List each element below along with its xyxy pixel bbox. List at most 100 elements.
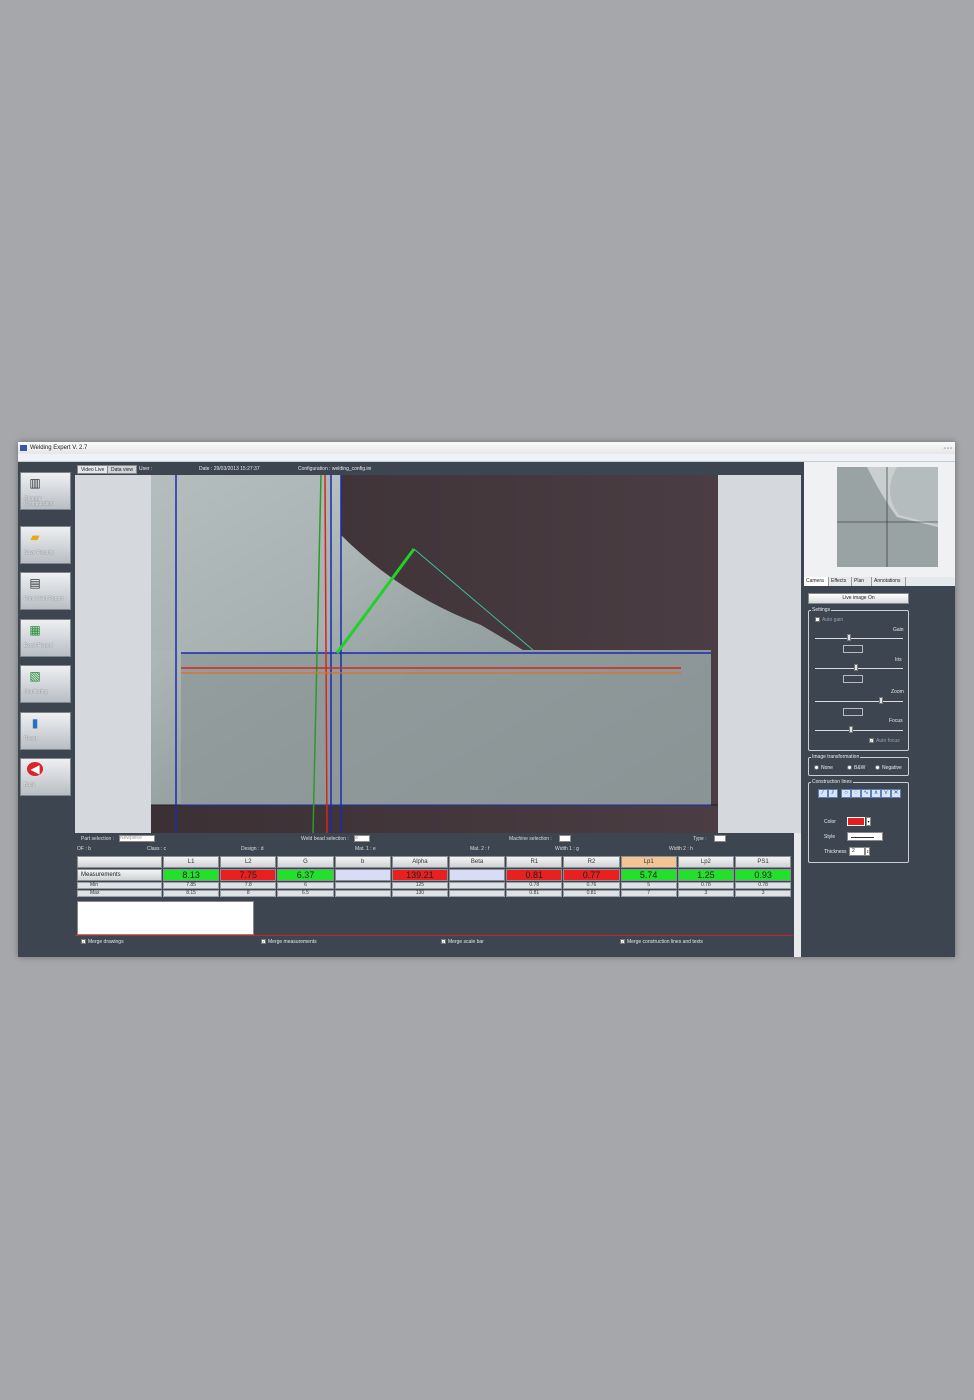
design-info: Design : d [241,846,264,852]
image-transformation-group: Image transformation None B&W Negative [808,754,909,776]
iris-value-box [843,675,863,683]
thickness-input[interactable]: 2 [849,847,865,856]
tab-plan[interactable]: Plan [852,577,872,586]
measurement-cell-l2: 7.75 [220,869,277,881]
column-header-r1[interactable]: R1 [506,856,563,868]
color-swatch[interactable] [847,817,865,826]
mat2-info: Mat. 2 : f [470,846,490,852]
line-tool-icon[interactable]: ⁄ [818,789,828,798]
min-cell-r2: 0.76 [563,882,620,889]
measurement-cell-r1: 0.81 [506,869,563,881]
measurement-cell-ps1: 0.93 [735,869,792,881]
merge-measurements-checkbox[interactable]: ✓ Merge measurements [261,939,317,945]
column-header-b[interactable]: b [334,856,391,868]
main-area: Video Live Data view User : Date : 29/03… [75,462,803,957]
min-cell-lp2: 0.78 [677,882,734,889]
min-cell-ps1: 0.78 [735,882,792,889]
auto-focus-checkbox[interactable]: ✓ Auto focus [869,738,900,744]
polyline-tool-icon[interactable]: ∧ [871,789,881,798]
panel-scrollbar[interactable] [794,833,801,957]
machine-selection-dropdown[interactable] [559,835,571,842]
column-header-l2[interactable]: L2 [220,856,277,868]
zigzag-tool-icon[interactable]: ∿ [861,789,871,798]
line-style-dropdown[interactable] [847,832,883,841]
excel-report-button[interactable]: ▦ Excel Report [20,619,71,657]
part-selection-dropdown[interactable]: Newpiece [119,835,155,842]
printer-icon: ▤ [29,576,41,590]
max-row-label: Max [77,890,162,897]
iris-slider-handle[interactable] [854,664,858,671]
gain-slider[interactable] [815,638,903,639]
circle-tool-icon[interactable]: ○ [841,789,851,798]
table-corner-cell [77,856,162,868]
min-cell-l1: 7.85 [163,882,220,889]
measurement-cell-b [334,869,391,881]
tab-annotations[interactable]: Annotations [872,577,906,586]
cross-tool-icon[interactable]: ✕ [891,789,901,798]
zoom-label: Zoom [891,689,904,695]
measurements-row-label: Measurements [77,869,162,881]
arc-tool-icon[interactable]: ◌ [851,789,861,798]
column-header-ps1[interactable]: PS1 [735,856,792,868]
thickness-stepper[interactable]: ⇕ [865,847,870,856]
gain-slider-handle[interactable] [847,634,851,641]
weld-bead-selection-dropdown[interactable]: a [354,835,370,842]
zoom-slider-handle[interactable] [879,697,883,704]
type-dropdown[interactable] [714,835,726,842]
sidebar: ▥ Change Configuration ▰ Save Results ▤ … [18,462,74,957]
transform-bw-radio[interactable]: B&W [847,765,865,771]
weld-image[interactable] [151,475,718,833]
title-bar: Welding Expert V. 2.7 ▫▫▫ [18,442,955,454]
color-dropdown-arrow[interactable]: ▾ [866,817,871,826]
merge-construction-lines-checkbox[interactable]: ✓ Merge construction lines and texts [620,939,703,945]
monitoring-button[interactable]: ▧ Monitoring [20,665,71,703]
config-icon: ▥ [29,476,41,490]
tab-video-live[interactable]: Video Live [77,465,109,474]
reset-button[interactable]: ▮ Reset [20,712,71,750]
tab-data-view[interactable]: Data view [107,465,137,474]
max-cell-l1: 8.15 [163,890,220,897]
live-image-button[interactable]: Live image On [808,593,909,604]
merge-drawings-checkbox[interactable]: ✓ Merge drawings [81,939,124,945]
transform-none-radio[interactable]: None [814,765,833,771]
angle-tool-icon[interactable]: ⋎ [881,789,891,798]
monitoring-icon: ▧ [29,669,41,683]
column-header-alpha[interactable]: Alpha [391,856,448,868]
change-configuration-button[interactable]: ▥ Change Configuration [20,472,71,510]
tab-effects[interactable]: Effects [829,577,852,586]
type-label: Type : [693,836,707,842]
construction-lines-title: Construction lines [811,779,853,785]
preview-thumbnail [837,467,938,567]
parallel-line-tool-icon[interactable]: ⫽ [828,789,838,798]
max-cell-lp1: 7 [620,890,677,897]
iris-label: Iris [895,657,902,663]
column-header-l1[interactable]: L1 [163,856,220,868]
app-logo-icon [20,445,27,451]
column-header-r2[interactable]: R2 [563,856,620,868]
measurement-panel: Part selection : Newpiece Weld bead sele… [75,833,801,957]
notes-textarea[interactable] [77,901,254,935]
zoom-slider[interactable] [815,701,903,702]
focus-slider-handle[interactable] [849,726,853,733]
horizontal-plate [181,653,711,805]
image-preview[interactable] [804,462,955,577]
merge-scale-bar-checkbox[interactable]: ✓ Merge scale bar [441,939,484,945]
back-button[interactable]: ◀ Back [20,758,71,796]
excel-icon: ▦ [29,623,41,637]
column-header-g[interactable]: G [277,856,334,868]
column-header-lp1[interactable]: Lp1 [620,856,677,868]
transform-negative-radio[interactable]: Negative [875,765,902,771]
auto-gain-checkbox[interactable]: Auto gain [815,617,843,623]
save-results-button[interactable]: ▰ Save Results [20,526,71,564]
back-arrow-icon: ◀ [27,762,43,776]
folder-icon: ▰ [30,530,40,544]
max-cell-r2: 0.81 [563,890,620,897]
column-header-beta[interactable]: Beta [449,856,506,868]
column-header-lp2[interactable]: Lp2 [677,856,734,868]
iris-slider[interactable] [815,668,903,669]
tab-camera[interactable]: Camera [804,577,829,586]
focus-slider[interactable] [815,730,903,731]
sidebar-label: Monitoring [24,689,48,695]
print-weld-report-button[interactable]: ▤ Print Weld Report [20,572,71,610]
video-viewport[interactable] [75,475,801,833]
